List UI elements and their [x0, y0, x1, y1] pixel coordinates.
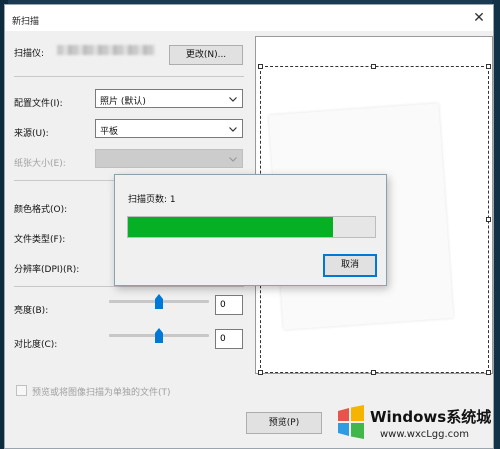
contrast-input[interactable]: 0 [215, 329, 243, 349]
scan-progress-dialog: 扫描页数: 1 取消 [114, 174, 387, 286]
resize-handle-top[interactable] [371, 64, 376, 69]
color-format-label: 颜色格式(O): [14, 205, 68, 215]
resolution-label: 分辨率(DPI)(R): [14, 265, 80, 275]
contrast-slider-thumb[interactable] [155, 328, 163, 343]
profile-select-value: 照片 (默认) [100, 97, 146, 107]
preview-button[interactable]: 预览(P) [246, 412, 322, 434]
divider [14, 76, 244, 77]
brightness-input[interactable]: 0 [215, 295, 243, 315]
file-type-label: 文件类型(F): [14, 235, 66, 245]
watermark-title: Windows系统城 [370, 408, 492, 426]
window-title: 新扫描 [12, 17, 40, 27]
chevron-down-icon [229, 97, 237, 102]
title-bar[interactable]: 新扫描 ✕ [5, 5, 493, 31]
profile-select[interactable]: 照片 (默认) [95, 89, 243, 108]
close-button[interactable]: ✕ [467, 8, 491, 28]
scan-progress-fill [128, 217, 333, 237]
change-scanner-button[interactable]: 更改(N)... [169, 45, 243, 65]
resize-handle-top-right[interactable] [486, 64, 491, 69]
resize-handle-bottom-right[interactable] [486, 370, 491, 375]
resize-handle-right[interactable] [486, 217, 491, 222]
profile-label: 配置文件(I): [14, 99, 63, 109]
new-scan-window: 新扫描 ✕ 扫描仪: 更改(N)... 配置文件(I): 照片 (默认) 来源(… [4, 4, 494, 449]
scanner-label: 扫描仪: [14, 49, 45, 59]
separate-files-checkbox[interactable] [16, 385, 27, 396]
scanner-name-blurred [57, 45, 155, 55]
resize-handle-bottom[interactable] [371, 370, 376, 375]
scan-progress-bar [127, 216, 376, 238]
divider [14, 286, 244, 287]
chevron-down-icon [229, 157, 237, 162]
resize-handle-top-left[interactable] [258, 64, 263, 69]
separate-files-label: 预览或将图像扫描为单独的文件(T) [32, 388, 171, 398]
watermark-url: www.wxcLgg.com [380, 429, 470, 440]
cancel-button[interactable]: 取消 [323, 254, 377, 277]
chevron-down-icon [229, 127, 237, 132]
pages-scanned-status: 扫描页数: 1 [128, 195, 176, 205]
resize-handle-bottom-left[interactable] [258, 370, 263, 375]
paper-size-label: 纸张大小(E): [14, 159, 66, 169]
contrast-label: 对比度(C): [14, 340, 58, 350]
brightness-label: 亮度(B): [14, 306, 49, 316]
source-select[interactable]: 平板 [95, 119, 243, 138]
paper-size-select [95, 149, 243, 168]
site-watermark: Windows系统城 www.wxcLgg.com [318, 400, 498, 448]
source-label: 来源(U): [14, 129, 49, 139]
source-select-value: 平板 [100, 127, 119, 137]
windows-logo-icon [338, 405, 364, 439]
brightness-slider-thumb[interactable] [155, 294, 163, 309]
